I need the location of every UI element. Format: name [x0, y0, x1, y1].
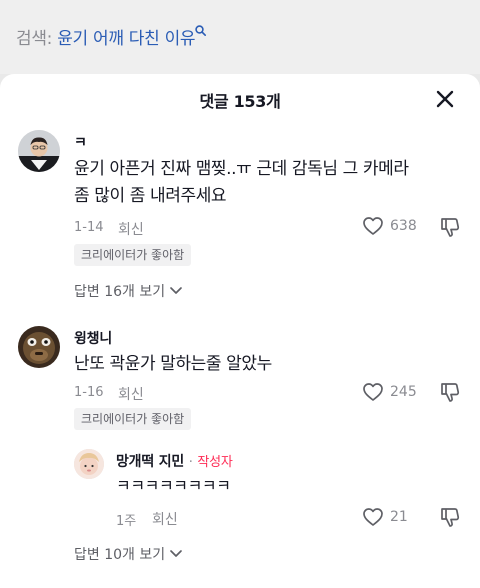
creator-liked-badge: 크리에이터가 좋아함	[74, 408, 192, 430]
thumbs-down-icon	[441, 508, 460, 527]
close-icon	[436, 90, 454, 108]
reply-button[interactable]: 회신	[118, 384, 144, 404]
separator-dot: ·	[188, 455, 193, 470]
comment-text-line: 난또 곽윤가 말하는줄 알았누	[74, 354, 272, 374]
comments-sheet: 댓글 153개 ㅋ 윤기 아픈거 진짜 맴찢..ㅠ 근데 감독님 그 카메라 좀…	[0, 74, 480, 588]
like-count: 638	[390, 218, 417, 234]
reply-text: ㅋㅋㅋㅋㅋㅋㅋㅋ	[116, 476, 231, 495]
dislike-button[interactable]	[440, 381, 460, 407]
close-button[interactable]	[430, 84, 460, 114]
search-prefix: 검색:	[16, 29, 53, 49]
chevron-down-icon	[170, 550, 182, 557]
comment-date: 1-14	[74, 220, 104, 235]
dislike-button[interactable]	[440, 506, 460, 532]
avatar[interactable]	[18, 326, 60, 368]
thumbs-down-icon	[441, 383, 460, 402]
view-replies-button[interactable]: 답변 16개 보기	[74, 281, 183, 301]
avatar[interactable]	[18, 130, 60, 172]
comment-text-line: 윤기 아픈거 진짜 맴찢..ㅠ 근데 감독님 그 카메라	[74, 159, 409, 179]
avatar[interactable]	[74, 449, 104, 479]
reply-button[interactable]: 회신	[152, 509, 178, 529]
comment-username[interactable]: ㅋ	[74, 132, 87, 152]
thumbs-down-icon	[441, 218, 460, 237]
like-button[interactable]: 21	[362, 507, 408, 527]
view-replies-label: 답변 16개 보기	[74, 284, 166, 300]
reply-username[interactable]: 망개떡 지민	[116, 454, 184, 470]
like-count: 245	[390, 384, 417, 400]
search-icon[interactable]	[195, 25, 207, 39]
reply-username-line: 망개떡 지민 · 작성자	[116, 451, 233, 471]
dislike-button[interactable]	[440, 216, 460, 242]
like-button[interactable]: 245	[362, 382, 417, 402]
search-header: 검색: 윤기 어깨 다친 이유	[0, 0, 480, 74]
comment-username[interactable]: 윙챙니	[74, 328, 112, 348]
heart-icon	[363, 508, 383, 526]
search-term[interactable]: 윤기 어깨 다친 이유	[57, 29, 195, 49]
heart-icon	[363, 383, 383, 401]
comment-date: 1-16	[74, 385, 104, 400]
like-button[interactable]: 638	[362, 216, 417, 236]
heart-icon	[363, 217, 383, 235]
view-replies-label: 답변 10개 보기	[74, 547, 166, 563]
chevron-down-icon	[170, 287, 182, 294]
author-badge: 작성자	[197, 455, 233, 470]
reply-button[interactable]: 회신	[118, 219, 144, 239]
search-query[interactable]: 검색: 윤기 어깨 다친 이유	[16, 24, 207, 49]
like-count: 21	[390, 509, 408, 525]
comment-count-title: 댓글 153개	[199, 92, 281, 111]
comment-text-line: 좀 많이 좀 내려주세요	[74, 186, 227, 206]
view-replies-button[interactable]: 답변 10개 보기	[74, 544, 183, 564]
creator-liked-badge: 크리에이터가 좋아함	[74, 244, 192, 266]
reply-date: 1주	[116, 514, 137, 529]
